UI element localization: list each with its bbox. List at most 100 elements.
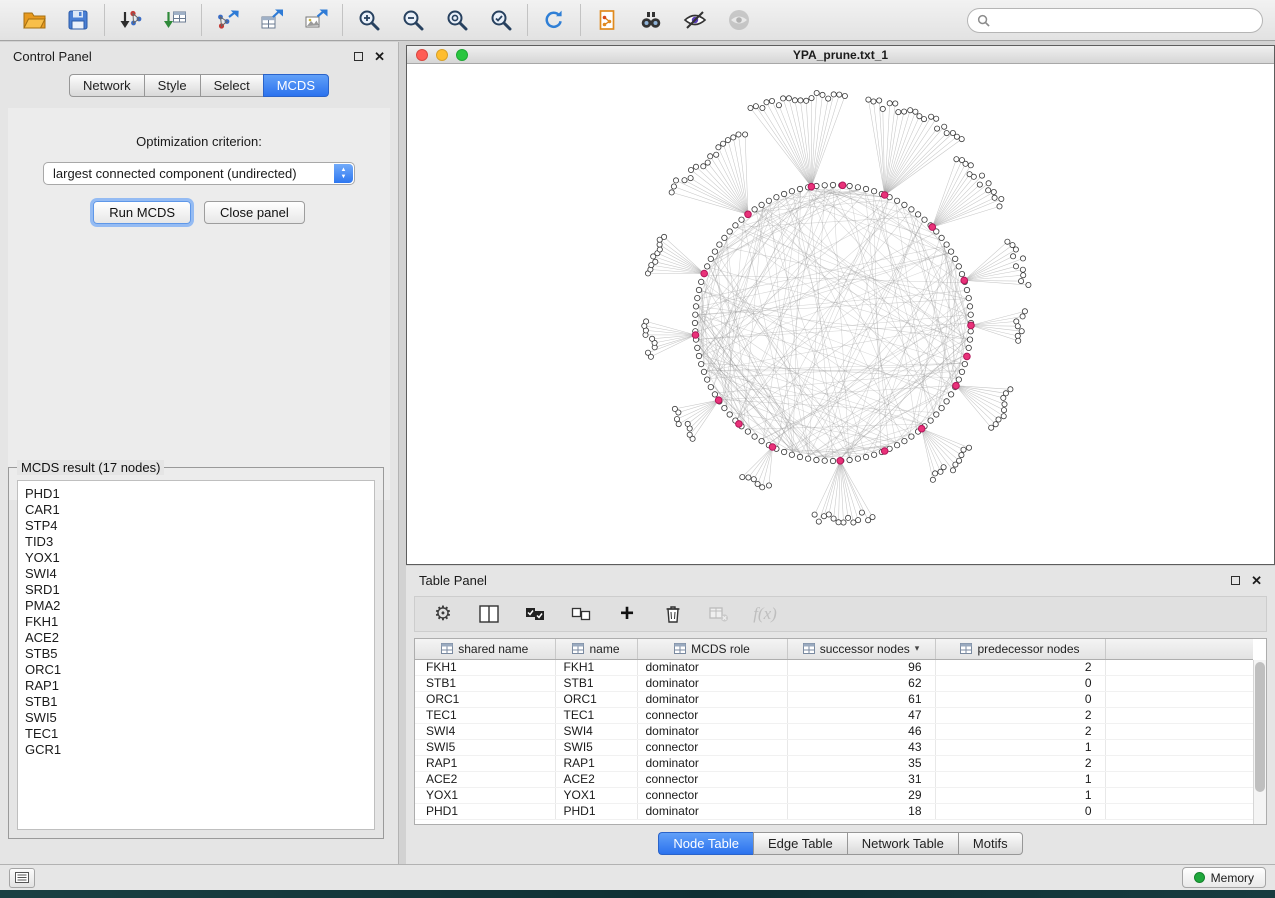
- mcds-result-item[interactable]: YOX1: [25, 550, 367, 566]
- network-node[interactable]: [708, 256, 713, 261]
- network-leaf-node[interactable]: [705, 160, 710, 165]
- network-hub-node[interactable]: [808, 183, 815, 190]
- network-leaf-node[interactable]: [893, 101, 898, 106]
- network-leaf-node[interactable]: [685, 421, 690, 426]
- search-input[interactable]: [995, 13, 1253, 28]
- network-canvas[interactable]: [407, 64, 1274, 564]
- network-leaf-node[interactable]: [966, 445, 971, 450]
- mcds-result-item[interactable]: GCR1: [25, 742, 367, 758]
- network-leaf-node[interactable]: [989, 425, 994, 430]
- network-leaf-node[interactable]: [814, 90, 819, 95]
- network-hub-node[interactable]: [839, 182, 846, 189]
- close-panel-icon[interactable]: ✕: [374, 50, 385, 63]
- network-node[interactable]: [909, 207, 914, 212]
- tab-motifs[interactable]: Motifs: [958, 832, 1023, 855]
- network-leaf-node[interactable]: [971, 174, 976, 179]
- mcds-result-item[interactable]: SRD1: [25, 582, 367, 598]
- network-node[interactable]: [944, 242, 949, 247]
- network-hub-node[interactable]: [715, 397, 722, 404]
- network-node[interactable]: [705, 264, 710, 269]
- hide-selected-icon[interactable]: [681, 6, 709, 34]
- network-node[interactable]: [766, 198, 771, 203]
- close-panel-button[interactable]: Close panel: [204, 201, 305, 224]
- network-leaf-node[interactable]: [1001, 414, 1006, 419]
- export-image-icon[interactable]: [302, 6, 330, 34]
- network-hub-node[interactable]: [964, 353, 971, 360]
- network-node[interactable]: [871, 452, 876, 457]
- minimize-window-icon[interactable]: [436, 49, 448, 61]
- network-node[interactable]: [701, 369, 706, 374]
- network-node[interactable]: [722, 405, 727, 410]
- network-leaf-node[interactable]: [977, 182, 982, 187]
- network-node[interactable]: [797, 186, 802, 191]
- network-leaf-node[interactable]: [701, 164, 706, 169]
- network-leaf-node[interactable]: [1021, 273, 1026, 278]
- mcds-result-item[interactable]: ACE2: [25, 630, 367, 646]
- network-leaf-node[interactable]: [831, 92, 836, 97]
- network-node[interactable]: [781, 191, 786, 196]
- network-node[interactable]: [968, 312, 973, 317]
- network-leaf-node[interactable]: [820, 92, 825, 97]
- network-leaf-node[interactable]: [760, 485, 765, 490]
- table-row[interactable]: ORC1ORC1dominator610: [415, 691, 1253, 707]
- network-node[interactable]: [902, 202, 907, 207]
- network-leaf-node[interactable]: [930, 477, 935, 482]
- network-leaf-node[interactable]: [673, 178, 678, 183]
- network-leaf-node[interactable]: [674, 417, 679, 422]
- network-leaf-node[interactable]: [1020, 256, 1025, 261]
- export-table-icon[interactable]: [258, 6, 286, 34]
- network-node[interactable]: [968, 329, 973, 334]
- network-leaf-node[interactable]: [671, 184, 676, 189]
- mcds-result-item[interactable]: PMA2: [25, 598, 367, 614]
- network-node[interactable]: [863, 454, 868, 459]
- network-leaf-node[interactable]: [826, 96, 831, 101]
- network-node[interactable]: [962, 361, 967, 366]
- mcds-result-item[interactable]: SWI4: [25, 566, 367, 582]
- network-leaf-node[interactable]: [944, 131, 949, 136]
- network-leaf-node[interactable]: [846, 515, 851, 520]
- network-leaf-node[interactable]: [816, 519, 821, 524]
- tab-mcds[interactable]: MCDS: [263, 74, 329, 97]
- tab-network[interactable]: Network: [69, 74, 144, 97]
- network-leaf-node[interactable]: [993, 422, 998, 427]
- show-columns-icon[interactable]: [477, 602, 501, 626]
- network-leaf-node[interactable]: [859, 510, 864, 515]
- mcds-result-item[interactable]: TID3: [25, 534, 367, 550]
- network-leaf-node[interactable]: [913, 109, 918, 114]
- network-leaf-node[interactable]: [866, 97, 871, 102]
- network-leaf-node[interactable]: [986, 181, 991, 186]
- network-leaf-node[interactable]: [1020, 314, 1025, 319]
- network-leaf-node[interactable]: [999, 196, 1004, 201]
- mcds-result-item[interactable]: PHD1: [25, 486, 367, 502]
- network-leaf-node[interactable]: [751, 477, 756, 482]
- clone-network-icon[interactable]: [593, 6, 621, 34]
- import-network-icon[interactable]: [117, 6, 145, 34]
- network-leaf-node[interactable]: [1013, 247, 1018, 252]
- mcds-result-item[interactable]: TEC1: [25, 726, 367, 742]
- network-node[interactable]: [727, 229, 732, 234]
- select-all-columns-icon[interactable]: [523, 602, 547, 626]
- network-node[interactable]: [902, 438, 907, 443]
- network-leaf-node[interactable]: [1002, 402, 1007, 407]
- network-leaf-node[interactable]: [676, 422, 681, 427]
- network-node[interactable]: [967, 337, 972, 342]
- network-leaf-node[interactable]: [809, 96, 814, 101]
- network-leaf-node[interactable]: [986, 188, 991, 193]
- network-node[interactable]: [956, 377, 961, 382]
- network-hub-node[interactable]: [736, 421, 743, 428]
- network-leaf-node[interactable]: [836, 520, 841, 525]
- network-node[interactable]: [855, 456, 860, 461]
- network-leaf-node[interactable]: [1010, 243, 1015, 248]
- network-hub-node[interactable]: [968, 322, 975, 329]
- tab-edge-table[interactable]: Edge Table: [753, 832, 847, 855]
- network-leaf-node[interactable]: [657, 242, 662, 247]
- network-node[interactable]: [967, 304, 972, 309]
- network-node[interactable]: [822, 458, 827, 463]
- network-leaf-node[interactable]: [821, 514, 826, 519]
- network-node[interactable]: [696, 353, 701, 358]
- network-node[interactable]: [695, 345, 700, 350]
- network-leaf-node[interactable]: [740, 475, 745, 480]
- network-leaf-node[interactable]: [871, 99, 876, 104]
- network-leaf-node[interactable]: [716, 145, 721, 150]
- import-table-icon[interactable]: [161, 6, 189, 34]
